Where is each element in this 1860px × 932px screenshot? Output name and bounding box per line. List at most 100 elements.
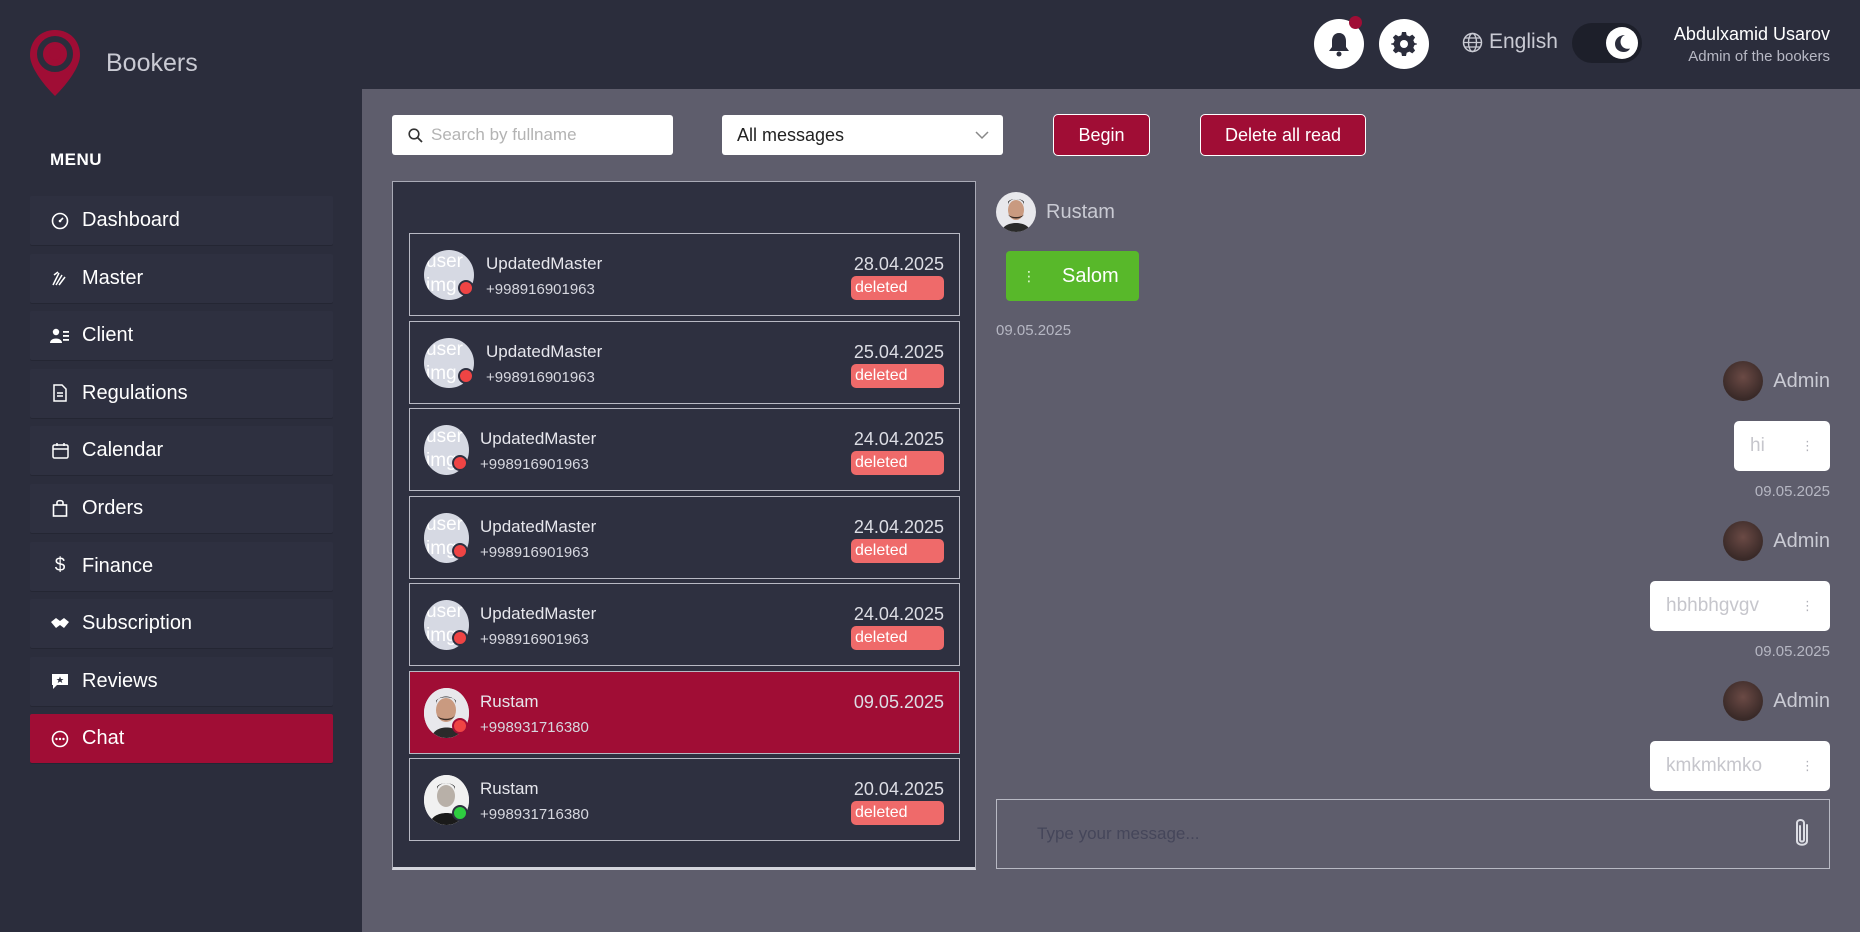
review-icon	[50, 671, 70, 691]
status-dot	[458, 280, 474, 296]
language-selector[interactable]: English	[1462, 30, 1558, 54]
conversation-date: 24.04.2025	[853, 516, 944, 537]
conversation-item[interactable]: user img UpdatedMaster +998916901963 25.…	[409, 320, 960, 404]
sidebar-item-label: Subscription	[82, 612, 193, 635]
conversation-item-active[interactable]: Rustam +998931716380 09.05.2025	[409, 670, 960, 754]
delete-all-read-button[interactable]: Delete all read	[1200, 114, 1366, 156]
sidebar-menu: Dashboard Master Client Regulations Cale…	[30, 196, 333, 772]
message-time: 09.05.2025	[1754, 643, 1830, 660]
conversation-item[interactable]: user img UpdatedMaster +998916901963 24.…	[409, 583, 960, 666]
message-filter-select[interactable]: All messages	[722, 115, 1003, 155]
status-dot	[458, 367, 474, 384]
dollar-icon: $	[54, 555, 66, 577]
notification-dot	[1349, 16, 1362, 29]
conversation-name: Rustam	[480, 779, 539, 798]
conversation-name: UpdatedMaster	[480, 429, 597, 448]
admin-avatar	[1723, 681, 1764, 721]
admin-avatar	[1723, 521, 1764, 561]
message-time: 09.05.2025	[1754, 483, 1830, 500]
sidebar: Bookers MENU Dashboard Master Client Reg…	[0, 0, 362, 932]
sidebar-item-reviews[interactable]: Reviews	[30, 656, 333, 706]
message-filter-value: All messages	[737, 124, 845, 145]
status-dot	[452, 717, 468, 734]
document-icon	[50, 383, 70, 403]
brand-name: Bookers	[106, 48, 198, 77]
conversation-item[interactable]: Rustam +998931716380 20.04.2025 deleted	[409, 758, 960, 841]
paperclip-icon[interactable]	[1791, 817, 1813, 851]
sidebar-item-dashboard[interactable]: Dashboard	[30, 196, 333, 245]
brand[interactable]: Bookers	[28, 28, 198, 98]
menu-title: MENU	[50, 150, 103, 169]
toggle-knob	[1606, 27, 1638, 59]
user-name[interactable]: Abdulxamid Usarov	[1674, 24, 1830, 45]
conversation-name: Rustam	[480, 691, 539, 711]
conversation-date: 20.04.2025	[853, 779, 944, 799]
sidebar-item-label: Dashboard	[82, 209, 180, 231]
chevron-down-icon	[975, 130, 989, 139]
user-role: Admin of the bookers	[1688, 48, 1830, 65]
kebab-menu-icon[interactable]: ⋮	[1801, 598, 1814, 614]
conversation-phone: +998916901963	[480, 631, 589, 648]
notifications-button[interactable]	[1314, 16, 1364, 69]
conversation-date: 28.04.2025	[853, 254, 944, 274]
sidebar-item-chat[interactable]: Chat	[30, 714, 333, 764]
gear-icon	[1391, 32, 1417, 56]
kebab-menu-icon[interactable]: ⋮	[1801, 758, 1814, 774]
status-badge: deleted	[851, 626, 944, 650]
kebab-menu-icon[interactable]: ⋮	[1022, 268, 1036, 285]
message-text: kmkmkmko	[1666, 755, 1763, 776]
sidebar-item-regulations[interactable]: Regulations	[30, 368, 333, 418]
theme-toggle[interactable]	[1572, 23, 1642, 63]
sidebar-item-label: Reviews	[82, 669, 158, 692]
status-dot	[452, 542, 468, 559]
top-header: English Abdulxamid Usarov Admin of the b…	[362, 0, 1860, 89]
outgoing-message[interactable]: hbhbhgvgv ⋮	[1650, 581, 1830, 631]
sidebar-item-client[interactable]: Client	[30, 311, 333, 361]
sidebar-item-calendar[interactable]: Calendar	[30, 426, 333, 476]
conversation-phone: +998931716380	[480, 806, 589, 823]
master-icon	[50, 268, 70, 288]
conversation-date: 24.04.2025	[853, 429, 944, 449]
sidebar-item-orders[interactable]: Orders	[30, 483, 333, 533]
incoming-message[interactable]: ⋮ Salom	[1006, 251, 1139, 301]
outgoing-message[interactable]: hi ⋮	[1734, 421, 1830, 471]
search-input[interactable]	[431, 125, 661, 145]
sidebar-item-label: Master	[82, 266, 144, 289]
dashboard-icon	[50, 211, 70, 231]
sidebar-item-finance[interactable]: $ Finance	[30, 541, 333, 591]
status-dot	[452, 455, 468, 471]
bell-icon	[1329, 33, 1349, 57]
message-sender: Admin	[1723, 681, 1830, 721]
sidebar-item-subscription[interactable]: Subscription	[30, 599, 333, 649]
conversation-item[interactable]: user img UpdatedMaster +998916901963 28.…	[409, 233, 960, 316]
sidebar-item-label: Orders	[82, 496, 144, 519]
sidebar-item-label: Client	[82, 324, 134, 347]
outgoing-message[interactable]: kmkmkmko ⋮	[1650, 741, 1830, 791]
message-sender: Admin	[1723, 521, 1830, 561]
conversation-phone: +998916901963	[480, 543, 589, 561]
conversation-item[interactable]: user img UpdatedMaster +998916901963 24.…	[409, 495, 960, 579]
contact-name: Rustam	[1046, 200, 1115, 223]
conversation-phone: +998931716380	[480, 718, 589, 736]
sidebar-item-master[interactable]: Master	[30, 253, 333, 303]
kebab-menu-icon[interactable]: ⋮	[1801, 438, 1814, 454]
handshake-icon	[50, 614, 70, 634]
status-badge: deleted	[851, 538, 944, 563]
conversation-item[interactable]: user img UpdatedMaster +998916901963 24.…	[409, 408, 960, 491]
language-label: English	[1489, 30, 1558, 53]
status-dot	[452, 805, 468, 821]
client-icon	[50, 326, 70, 346]
begin-button[interactable]: Begin	[1053, 114, 1150, 156]
message-time: 09.05.2025	[996, 322, 1072, 339]
message-text: hbhbhgvgv	[1666, 595, 1759, 616]
bag-icon	[50, 498, 70, 518]
search-box[interactable]	[392, 115, 673, 155]
conversation-phone: +998916901963	[486, 368, 595, 386]
status-badge: deleted	[851, 276, 944, 300]
conversation-list: user img UpdatedMaster +998916901963 28.…	[392, 181, 976, 870]
settings-button[interactable]	[1379, 19, 1429, 69]
message-input[interactable]	[1037, 824, 1737, 844]
globe-icon	[1462, 32, 1483, 52]
conversation-phone: +998916901963	[480, 456, 589, 473]
conversation-date: 09.05.2025	[853, 691, 944, 712]
